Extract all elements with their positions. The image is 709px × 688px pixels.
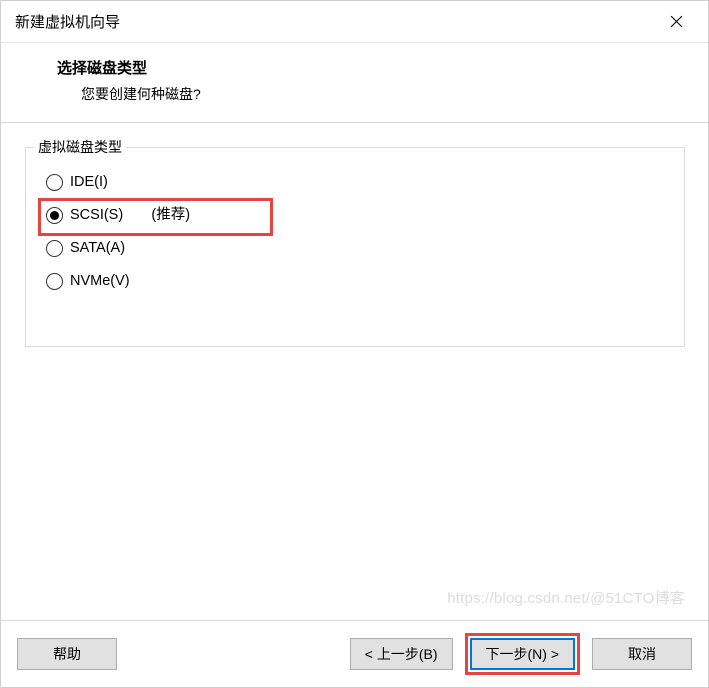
- fieldset-legend: 虚拟磁盘类型: [34, 137, 126, 157]
- help-button[interactable]: 帮助: [17, 638, 117, 670]
- window-title: 新建虚拟机向导: [15, 11, 120, 32]
- annotation-highlight-scsi: [38, 198, 273, 236]
- page-subtitle: 您要创建何种磁盘?: [57, 84, 688, 104]
- radio-ide[interactable]: IDE(I): [44, 166, 666, 199]
- next-button[interactable]: 下一步(N) >: [470, 638, 576, 670]
- back-button[interactable]: < 上一步(B): [350, 638, 453, 670]
- close-icon: [670, 15, 683, 28]
- radio-label: SATA(A): [70, 241, 125, 256]
- annotation-highlight-next: 下一步(N) >: [465, 633, 581, 675]
- wizard-footer: 帮助 < 上一步(B) 下一步(N) > 取消: [1, 620, 708, 687]
- radio-icon: [46, 240, 63, 257]
- radio-label: NVMe(V): [70, 274, 130, 289]
- radio-sata[interactable]: SATA(A): [44, 232, 666, 265]
- radio-nvme[interactable]: NVMe(V): [44, 265, 666, 298]
- wizard-content: 虚拟磁盘类型 IDE(I) SCSI(S) (推荐) SATA(A) NVMe: [1, 123, 708, 620]
- wizard-dialog: 新建虚拟机向导 选择磁盘类型 您要创建何种磁盘? 虚拟磁盘类型 IDE(I) S…: [0, 0, 709, 688]
- page-title: 选择磁盘类型: [57, 57, 688, 78]
- titlebar: 新建虚拟机向导: [1, 1, 708, 43]
- radio-label: IDE(I): [70, 175, 108, 190]
- disk-type-fieldset: 虚拟磁盘类型 IDE(I) SCSI(S) (推荐) SATA(A) NVMe: [25, 147, 685, 347]
- close-button[interactable]: [656, 7, 696, 37]
- cancel-button[interactable]: 取消: [592, 638, 692, 670]
- radio-icon: [46, 273, 63, 290]
- radio-icon: [46, 174, 63, 191]
- wizard-header: 选择磁盘类型 您要创建何种磁盘?: [1, 43, 708, 123]
